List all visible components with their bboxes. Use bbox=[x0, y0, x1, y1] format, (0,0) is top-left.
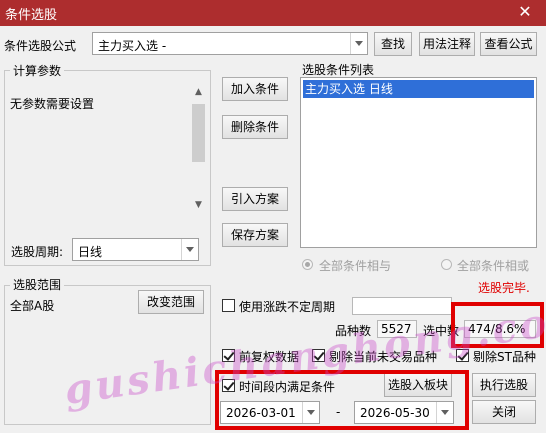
params-group-title: 计算参数 bbox=[10, 62, 65, 79]
all-or-label: 全部条件相或 bbox=[457, 259, 530, 273]
import-scheme-button[interactable]: 引入方案 bbox=[222, 187, 288, 211]
formula-select-value: 主力买入选 - bbox=[98, 39, 167, 53]
formula-label: 条件选股公式 bbox=[4, 39, 77, 53]
all-and-label: 全部条件相与 bbox=[319, 259, 392, 273]
close-button[interactable]: 关闭 bbox=[472, 400, 536, 424]
add-condition-button[interactable]: 加入条件 bbox=[222, 77, 288, 101]
variable-period-field[interactable] bbox=[352, 297, 452, 315]
list-item[interactable]: 主力买入选 日线 bbox=[303, 80, 534, 98]
conditions-list-title: 选股条件列表 bbox=[302, 63, 375, 77]
execute-button[interactable]: 执行选股 bbox=[472, 373, 536, 397]
chevron-down-icon[interactable] bbox=[350, 33, 367, 54]
period-select-value: 日线 bbox=[78, 245, 103, 259]
all-and-radio[interactable] bbox=[302, 259, 313, 270]
scroll-down-icon[interactable]: ▼ bbox=[190, 197, 207, 214]
no-params-text: 无参数需要设置 bbox=[10, 97, 95, 111]
scroll-thumb[interactable] bbox=[192, 104, 205, 162]
all-or-radio[interactable] bbox=[441, 259, 452, 270]
window-title: 条件选股 bbox=[5, 8, 58, 23]
save-scheme-button[interactable]: 保存方案 bbox=[222, 223, 288, 247]
period-select[interactable]: 日线 bbox=[72, 238, 199, 261]
find-button[interactable]: 查找 bbox=[374, 32, 412, 56]
variable-period-label: 使用涨跌不定周期 bbox=[239, 300, 336, 314]
delete-condition-button[interactable]: 删除条件 bbox=[222, 115, 288, 139]
params-scrollbar[interactable]: ▲ ▼ bbox=[190, 84, 207, 214]
variable-period-checkbox[interactable] bbox=[222, 299, 235, 312]
close-icon[interactable]: ✕ bbox=[516, 2, 534, 22]
range-value: 全部A股 bbox=[10, 299, 55, 313]
period-label: 选股周期: bbox=[11, 245, 64, 259]
usage-button[interactable]: 用法注释 bbox=[419, 32, 475, 56]
scroll-up-icon[interactable]: ▲ bbox=[190, 84, 207, 101]
chevron-down-icon[interactable] bbox=[181, 239, 198, 260]
conditions-list[interactable]: 主力买入选 日线 bbox=[300, 77, 537, 248]
formula-select[interactable]: 主力买入选 - bbox=[92, 32, 368, 55]
title-bar: 条件选股 ✕ bbox=[0, 0, 546, 26]
change-range-button[interactable]: 改变范围 bbox=[138, 290, 204, 314]
view-formula-button[interactable]: 查看公式 bbox=[480, 32, 537, 56]
range-group-title: 选股范围 bbox=[10, 276, 65, 293]
status-done: 选股完毕. bbox=[478, 281, 530, 295]
